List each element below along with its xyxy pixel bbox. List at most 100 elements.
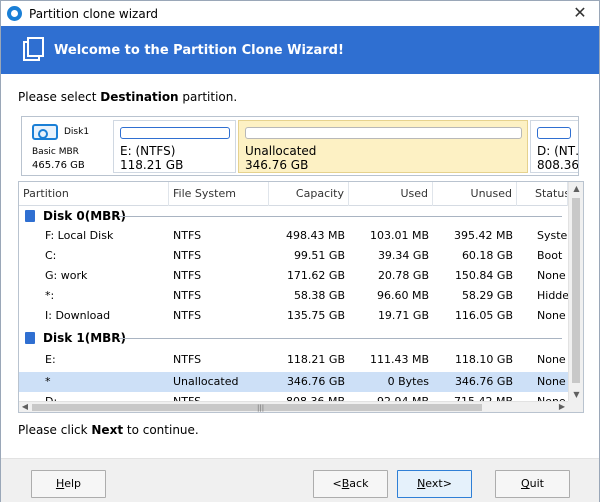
cell-unused: 150.84 GB	[454, 269, 513, 282]
cell-file-system: NTFS	[173, 229, 202, 242]
scroll-left-arrow-icon[interactable]: ◀	[19, 400, 31, 412]
prompt-text-bold: Destination	[100, 90, 179, 104]
cell-used: 39.34 GB	[377, 249, 429, 262]
cell-partition: *:	[45, 289, 55, 302]
partition-table: Partition File System Capacity Used Unus…	[18, 181, 584, 413]
next-button[interactable]: Next>	[397, 470, 472, 498]
cell-file-system: NTFS	[173, 309, 202, 322]
cell-status: Hidden	[537, 289, 568, 302]
disk-map-partition-e[interactable]: E: (NTFS) 118.21 GB	[113, 120, 236, 173]
column-header-partition[interactable]: Partition	[19, 182, 169, 206]
scrollbar-corner	[568, 401, 583, 412]
cell-capacity: 346.76 GB	[286, 375, 345, 388]
horizontal-scrollbar[interactable]: ◀ ||| ▶	[19, 401, 568, 412]
partition-name: E: (NTFS)	[120, 144, 176, 158]
cell-capacity: 498.43 MB	[285, 229, 345, 242]
back-label: ack	[349, 477, 369, 490]
cell-partition: E:	[45, 353, 56, 366]
table-row-selected[interactable]: * Unallocated 346.76 GB 0 Bytes 346.76 G…	[19, 372, 568, 392]
cell-used: 0 Bytes	[387, 375, 429, 388]
cell-unused: 395.42 MB	[453, 229, 513, 242]
continue-text-bold: Next	[91, 423, 124, 437]
cell-status: None	[537, 269, 566, 282]
column-header-unused[interactable]: Unused	[433, 182, 517, 206]
cell-unused: 118.10 GB	[454, 353, 513, 366]
disk-map-partition-unallocated[interactable]: Unallocated 346.76 GB	[238, 120, 528, 173]
help-button[interactable]: Help	[31, 470, 106, 498]
cell-unused: 346.76 GB	[454, 375, 513, 388]
scroll-right-arrow-icon[interactable]: ▶	[556, 400, 568, 412]
cell-status: System	[537, 229, 568, 242]
column-header-file-system[interactable]: File System	[169, 182, 269, 206]
disk-size: 465.76 GB	[32, 160, 85, 171]
prompt-text-start: Please select	[18, 90, 101, 104]
title-bar: Partition clone wizard ✕	[1, 1, 599, 26]
quit-button[interactable]: Quit	[495, 470, 570, 498]
quit-label: uit	[529, 477, 544, 490]
disk-group-header: Disk 0(MBR)	[19, 206, 568, 226]
banner-title: Welcome to the Partition Clone Wizard!	[54, 43, 344, 58]
scroll-down-arrow-icon[interactable]: ▼	[569, 388, 583, 402]
partition-copy-icon	[23, 37, 44, 61]
partition-clone-wizard-window: Partition clone wizard ✕ Welcome to the …	[0, 0, 600, 502]
cell-capacity: 58.38 GB	[293, 289, 345, 302]
partition-name: D: (NT…	[537, 144, 578, 158]
disk-map-partition-d[interactable]: D: (NT… 808.36…	[530, 120, 579, 173]
disk-label: Disk1	[64, 127, 90, 137]
cell-used: 111.43 MB	[369, 353, 429, 366]
hard-disk-icon	[32, 124, 58, 140]
scroll-grip-icon: |||	[257, 404, 265, 412]
back-button[interactable]: <Back	[313, 470, 388, 498]
cell-partition: C:	[45, 249, 57, 262]
close-button[interactable]: ✕	[571, 4, 589, 22]
table-body: Disk 0(MBR) F: Local Disk NTFS 498.43 MB…	[19, 206, 568, 402]
disk-group-label: Disk 1(MBR)	[43, 331, 127, 345]
window-title: Partition clone wizard	[29, 7, 159, 21]
cell-unused: 116.05 GB	[454, 309, 513, 322]
group-divider	[119, 216, 562, 217]
cell-capacity: 99.51 GB	[293, 249, 345, 262]
partition-capacity: 118.21 GB	[120, 158, 184, 172]
table-row[interactable]: F: Local Disk NTFS 498.43 MB 103.01 MB 3…	[19, 226, 568, 246]
continue-hint: Please click Next to continue.	[18, 423, 199, 437]
disk-info: Disk1 Basic MBR 465.76 GB	[22, 117, 112, 175]
column-header-status[interactable]: Status	[517, 182, 568, 206]
cell-status: None	[537, 309, 566, 322]
cell-status: Boot	[537, 249, 563, 262]
table-row[interactable]: E: NTFS 118.21 GB 111.43 MB 118.10 GB No…	[19, 350, 568, 370]
table-row[interactable]: I: Download NTFS 135.75 GB 19.71 GB 116.…	[19, 306, 568, 326]
column-header-capacity[interactable]: Capacity	[269, 182, 349, 206]
vertical-scroll-thumb[interactable]	[572, 198, 580, 383]
disk-group-label: Disk 0(MBR)	[43, 209, 127, 223]
disk-icon	[25, 210, 35, 222]
partition-usage-bar	[120, 127, 230, 139]
back-prefix: <	[332, 477, 342, 490]
partition-capacity: 808.36…	[537, 158, 579, 172]
cell-used: 96.60 MB	[376, 289, 429, 302]
disk-type: Basic MBR	[32, 147, 79, 157]
table-row[interactable]: C: NTFS 99.51 GB 39.34 GB 60.18 GB Boot	[19, 246, 568, 266]
scroll-up-arrow-icon[interactable]: ▲	[569, 182, 583, 196]
cell-file-system: Unallocated	[173, 375, 239, 388]
help-label: elp	[64, 477, 82, 490]
disk-map: Disk1 Basic MBR 465.76 GB E: (NTFS) 118.…	[21, 116, 579, 176]
cell-file-system: NTFS	[173, 269, 202, 282]
cell-unused: 58.29 GB	[461, 289, 513, 302]
horizontal-scroll-thumb[interactable]: |||	[32, 404, 482, 412]
vertical-scrollbar[interactable]: ▲ ▼	[568, 182, 583, 402]
cell-partition: *	[45, 375, 51, 388]
partition-capacity: 346.76 GB	[245, 158, 309, 172]
partition-name: Unallocated	[245, 144, 317, 158]
cell-capacity: 118.21 GB	[286, 353, 345, 366]
continue-text-start: Please click	[18, 423, 92, 437]
partition-usage-bar	[245, 127, 522, 139]
button-bar: Help <Back Next> Quit	[1, 458, 599, 502]
cell-status: None	[537, 375, 566, 388]
cell-partition: I: Download	[45, 309, 111, 322]
cell-status: None	[537, 353, 566, 366]
table-row[interactable]: *: NTFS 58.38 GB 96.60 MB 58.29 GB Hidde…	[19, 286, 568, 306]
cell-used: 103.01 MB	[369, 229, 429, 242]
cell-capacity: 171.62 GB	[286, 269, 345, 282]
column-header-used[interactable]: Used	[349, 182, 433, 206]
table-row[interactable]: G: work NTFS 171.62 GB 20.78 GB 150.84 G…	[19, 266, 568, 286]
